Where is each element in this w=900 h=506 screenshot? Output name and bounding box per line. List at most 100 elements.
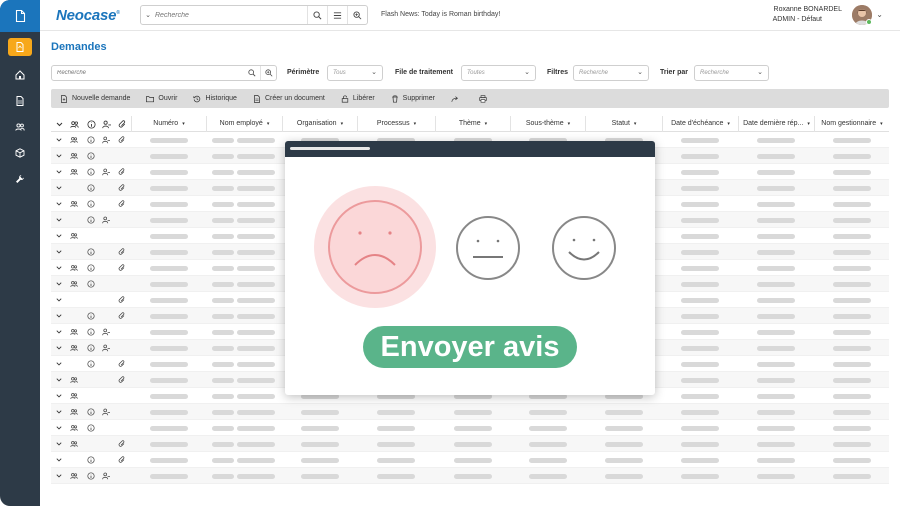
chevron-down-icon[interactable] [55,456,63,464]
chevron-down-icon[interactable] [55,296,63,304]
table-row[interactable] [51,452,889,468]
chevron-down-icon[interactable] [55,168,63,176]
sidebar-item-packages[interactable] [8,144,32,162]
chevron-down-icon[interactable] [55,248,63,256]
chevron-down-icon[interactable] [55,376,63,384]
chevron-down-icon[interactable] [55,280,63,288]
chevron-down-icon[interactable] [55,232,63,240]
sidebar-item-settings[interactable] [8,170,32,188]
list-button[interactable] [327,6,347,24]
chevron-down-icon[interactable] [55,312,63,320]
column-header[interactable]: Statut ▾ [585,116,662,132]
requests-search-input[interactable] [52,70,244,76]
history-button[interactable]: Historique [193,95,237,103]
placeholder-cell [605,426,643,431]
print-button[interactable] [479,94,491,103]
home-icon [15,70,25,80]
column-header[interactable]: Date d'échéance ▾ [662,116,738,132]
placeholder-cell [212,218,234,223]
chevron-down-icon[interactable] [55,184,63,192]
chevron-down-icon[interactable] [55,472,63,480]
chevron-down-icon[interactable] [55,424,63,432]
search-button[interactable] [307,6,327,24]
chevron-down-icon[interactable] [55,200,63,208]
chevron-down-icon[interactable] [55,216,63,224]
placeholder-cell [833,426,871,431]
history-label: Historique [205,95,237,102]
attachment-column-icon [118,120,127,129]
create-document-button[interactable]: Créer un document [253,94,325,103]
chevron-down-icon[interactable] [55,136,63,144]
column-header[interactable]: Nom gestionnaire ▾ [814,116,889,132]
placeholder-cell [237,186,275,191]
chevron-down-icon[interactable] [55,360,63,368]
info-icon [87,344,95,352]
chevron-down-icon[interactable] [55,152,63,160]
table-header: Numéro ▾ Nom employé ▾ Organisation ▾ Processu… [51,116,889,132]
column-header[interactable]: Numéro ▾ [131,116,206,132]
chevron-down-icon[interactable] [55,408,63,416]
placeholder-cell [757,170,795,175]
table-row[interactable] [51,436,889,452]
attachment-icon [118,248,125,255]
happy-face-icon[interactable] [551,215,617,281]
column-header[interactable]: Sous-thème ▾ [510,116,585,132]
placeholder-cell [237,362,275,367]
neocase-logo[interactable]: Neocase® [56,7,120,24]
table-row[interactable] [51,420,889,436]
info-column-icon [87,120,96,129]
chevron-down-icon[interactable] [55,392,63,400]
chevron-down-icon[interactable] [55,264,63,272]
sort-caret-icon: ▾ [340,121,344,127]
column-header[interactable]: Nom employé ▾ [206,116,282,132]
global-search-input[interactable] [155,11,307,19]
send-feedback-button[interactable]: Envoyer avis [363,326,577,368]
advanced-search-button[interactable] [260,66,276,80]
sad-face-icon[interactable] [313,185,437,309]
sidebar-item-documents[interactable] [8,92,32,110]
perimetre-select[interactable]: Tous ⌄ [327,65,383,81]
placeholder-cell [681,474,719,479]
sidebar-item-users[interactable] [8,118,32,136]
flash-news[interactable]: Flash News: Today is Roman birthday! [381,11,500,18]
column-header-label: Nom employé [219,120,263,127]
chevron-down-icon[interactable]: ⌄ [141,11,155,19]
trier-par-select[interactable]: Recherche ⌄ [694,65,769,81]
placeholder-cell [757,378,795,383]
sidebar-item-home[interactable] [8,66,32,84]
placeholder-cell [681,378,719,383]
sidebar-item-requests[interactable] [8,38,32,56]
open-button[interactable]: Ouvrir [146,95,177,103]
chevron-down-icon[interactable] [55,328,63,336]
placeholder-cell [454,474,492,479]
placeholder-cell [681,362,719,367]
placeholder-cell [150,234,188,239]
info-icon [87,456,95,464]
zoom-search-button[interactable] [347,6,367,24]
sidebar-home-logo[interactable] [0,0,40,32]
column-header[interactable]: Organisation ▾ [282,116,357,132]
user-menu-chevron-icon[interactable]: ⌄ [876,10,883,19]
expand-all-chevron-icon[interactable] [55,120,64,129]
chevron-down-icon[interactable] [55,440,63,448]
column-header[interactable]: Thème ▾ [435,116,510,132]
new-request-button[interactable]: Nouvelle demande [60,94,130,103]
column-header-label: Organisation [296,120,337,127]
share-button[interactable] [451,95,463,103]
column-header[interactable]: Processus ▾ [357,116,435,132]
table-row[interactable] [51,468,889,484]
filtres-select[interactable]: Recherche ⌄ [573,65,649,81]
placeholder-cell [681,442,719,447]
delete-button[interactable]: Supprimer [391,94,435,103]
column-header[interactable]: Date dernière rép... ▾ [738,116,814,132]
release-button[interactable]: Libérer [341,95,375,103]
placeholder-cell [833,474,871,479]
modal-title-bar [285,141,655,157]
file-traitement-select[interactable]: Toutes ⌄ [461,65,536,81]
placeholder-cell [237,330,275,335]
modal-title-placeholder [290,147,370,150]
requests-search-button[interactable] [244,66,260,80]
chevron-down-icon[interactable] [55,344,63,352]
table-row[interactable] [51,404,889,420]
neutral-face-icon[interactable] [455,215,521,281]
